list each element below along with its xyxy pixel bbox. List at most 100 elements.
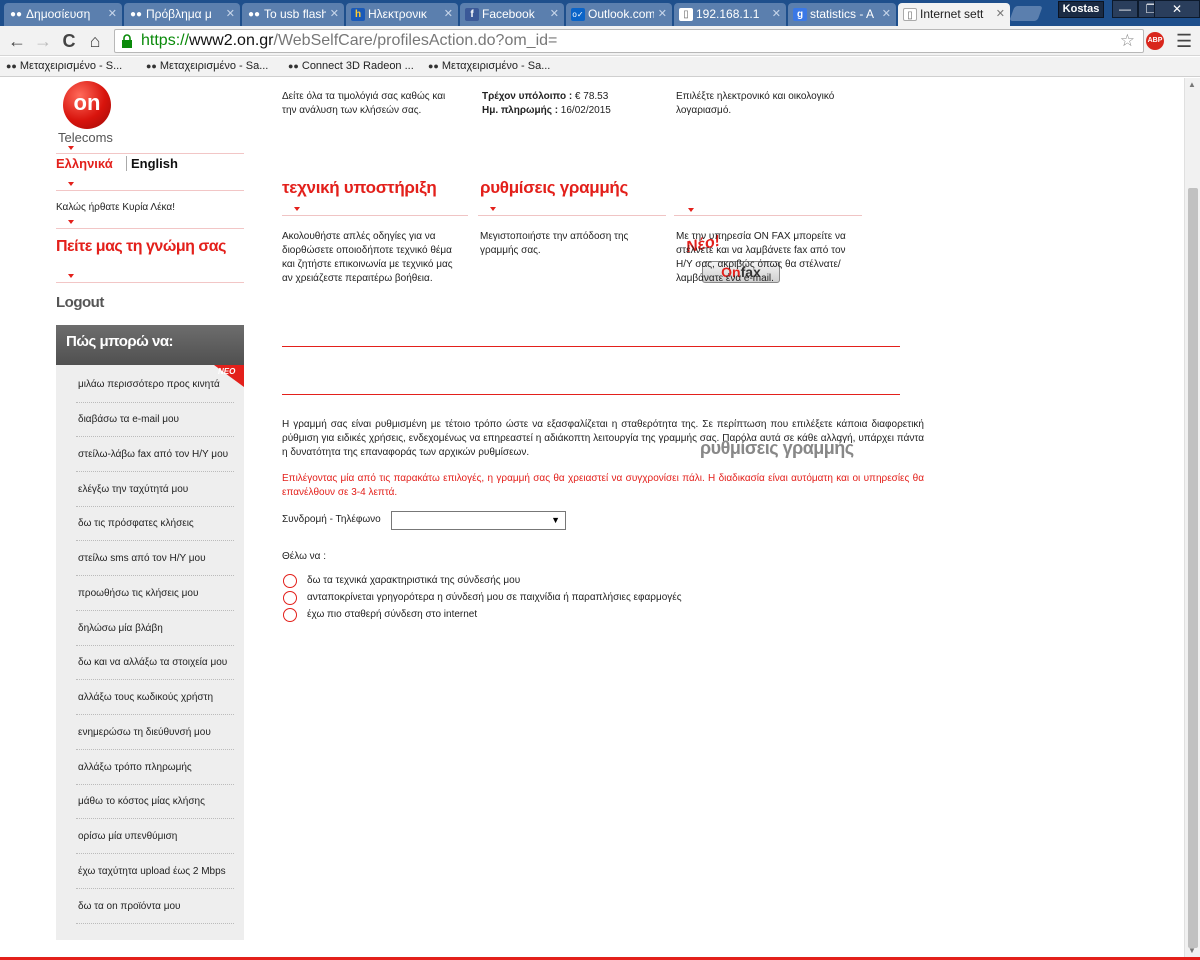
- back-icon[interactable]: ←: [6, 30, 28, 52]
- page-icon: ▯: [903, 8, 917, 21]
- page-icon: ▯: [679, 8, 693, 21]
- tech-support-link[interactable]: τεχνική υποστήριξη: [282, 178, 437, 198]
- option-label: έχω πιο σταθερή σύνδεση στο internet: [307, 609, 478, 620]
- profile-button[interactable]: Kostas: [1058, 1, 1104, 18]
- balance-label: Τρέχον υπόλοιπο :: [482, 91, 573, 102]
- tab-label: 192.168.1.1: [696, 7, 760, 21]
- line-settings-description: Μεγιστοποιήστε την απόδοση της γραμμής σ…: [480, 231, 629, 256]
- scroll-down-icon[interactable]: ▼: [1188, 946, 1196, 955]
- line-settings-warning: Επιλέγοντας μία από τις παρακάτω επιλογέ…: [282, 473, 924, 498]
- divider: [282, 346, 900, 347]
- outlook-icon: o✓: [571, 8, 585, 21]
- browser-toolbar: ← → C ⌂ https://www2.on.gr/WebSelfCare/p…: [0, 26, 1200, 56]
- google-icon: g: [793, 8, 807, 21]
- browser-tab[interactable]: ▯ 192.168.1.1 ✕: [674, 3, 786, 26]
- close-window-button[interactable]: ✕: [1154, 0, 1200, 18]
- bills-text: Δείτε όλα τα τιμολόγιά σας καθώς και την…: [282, 91, 446, 116]
- bookmark-star-icon[interactable]: ☆: [1120, 30, 1135, 52]
- sa-icon: ●●: [6, 61, 17, 71]
- tech-support-description: Ακολουθήστε απλές οδηγίες για να διορθώσ…: [282, 231, 453, 284]
- tab-label: Outlook.com: [588, 7, 654, 21]
- subscription-label: Συνδρομή - Τηλέφωνο: [282, 514, 381, 525]
- balance-value: € 78.53: [572, 91, 609, 102]
- want-label: Θέλω να :: [282, 551, 327, 562]
- divider: [478, 215, 666, 216]
- h-icon: h: [351, 8, 365, 21]
- sa-icon: ●●: [247, 9, 261, 20]
- tab-close-icon[interactable]: ✕: [882, 7, 891, 20]
- balance-info: Τρέχον υπόλοιπο : € 78.53 Ημ. πληρωμής :…: [482, 90, 611, 118]
- address-bar[interactable]: https://www2.on.gr/WebSelfCare/profilesA…: [114, 29, 1144, 53]
- tab-label: statistics - A: [810, 7, 875, 21]
- tab-label: Facebook: [482, 7, 535, 21]
- facebook-icon: f: [465, 8, 479, 21]
- main-content: Δείτε όλα τα τιμολόγιά σας καθώς και την…: [0, 78, 1184, 960]
- tab-close-icon[interactable]: ✕: [108, 7, 117, 20]
- line-settings-intro: Η γραμμή σας είναι ρυθμισμένη με τέτοιο …: [282, 419, 924, 458]
- tab-label: Ηλεκτρονικ: [368, 7, 427, 21]
- tab-close-icon[interactable]: ✕: [772, 7, 781, 20]
- browser-tab[interactable]: f Facebook ✕: [460, 3, 564, 26]
- url-host: www2.on.gr: [189, 32, 274, 49]
- scroll-up-icon[interactable]: ▲: [1188, 80, 1196, 89]
- scrollbar-thumb[interactable]: [1188, 188, 1198, 948]
- sa-icon: ●●: [146, 61, 157, 71]
- subscription-select[interactable]: ▼: [391, 511, 566, 530]
- bookmark-item[interactable]: ●● Μεταχειρισμένο - S...: [6, 60, 122, 72]
- caret-icon: [688, 208, 694, 212]
- line-settings-link[interactable]: ρυθμίσεις γραμμής: [480, 178, 628, 198]
- due-date-value: 16/02/2015: [558, 105, 611, 116]
- new-tab-button[interactable]: [1009, 6, 1043, 21]
- browser-tab-active[interactable]: ▯ Internet sett ✕: [898, 3, 1010, 26]
- browser-tab[interactable]: g statistics - A ✕: [788, 3, 896, 26]
- bookmark-item[interactable]: ●● Μεταχειρισμένο - Sa...: [146, 60, 268, 72]
- caret-icon: [294, 207, 300, 211]
- sa-icon: ●●: [9, 9, 23, 20]
- tab-close-icon[interactable]: ✕: [996, 7, 1005, 20]
- tab-close-icon[interactable]: ✕: [330, 7, 339, 20]
- tab-close-icon[interactable]: ✕: [658, 7, 667, 20]
- bookmarks-bar: ●● Μεταχειρισμένο - S... ●● Μεταχειρισμένο…: [0, 57, 1200, 77]
- divider: [674, 215, 862, 216]
- bookmark-item[interactable]: ●● Connect 3D Radeon ...: [288, 60, 414, 72]
- browser-tab[interactable]: o✓ Outlook.com ✕: [566, 3, 672, 26]
- divider: [282, 394, 900, 395]
- option-radio-tech-specs[interactable]: [283, 574, 297, 588]
- tab-label: Δημοσίευση: [26, 7, 91, 21]
- e-account-text: Επιλέξτε ηλεκτρονικό και οικολογικό λογα…: [676, 91, 835, 116]
- home-icon[interactable]: ⌂: [84, 30, 106, 52]
- browser-titlebar: ●● Δημοσίευση ✕ ●● Πρόβλημα μ ✕ ●● To us…: [0, 0, 1200, 26]
- page-scrollbar[interactable]: ▲ ▼: [1184, 78, 1200, 960]
- tab-label: Internet sett: [920, 7, 984, 21]
- browser-menu-icon[interactable]: ☰: [1176, 31, 1192, 52]
- option-label: δω τα τεχνικά χαρακτηριστικά της σύνδεσή…: [307, 575, 521, 586]
- lock-icon: [122, 34, 132, 48]
- sa-icon: ●●: [288, 61, 299, 71]
- due-date-label: Ημ. πληρωμής :: [482, 105, 559, 116]
- browser-tab[interactable]: h Ηλεκτρονικ ✕: [346, 3, 458, 26]
- divider: [282, 215, 468, 216]
- option-label: ανταποκρίνεται γρηγορότερα η σύνδεσή μου…: [307, 592, 682, 603]
- tab-close-icon[interactable]: ✕: [444, 7, 453, 20]
- tab-close-icon[interactable]: ✕: [226, 7, 235, 20]
- bookmark-item[interactable]: ●● Μεταχειρισμένο - Sa...: [428, 60, 550, 72]
- browser-tab[interactable]: ●● Πρόβλημα μ ✕: [124, 3, 240, 26]
- url-scheme: https://: [141, 32, 190, 49]
- dropdown-arrow-icon: ▼: [551, 515, 560, 525]
- option-radio-stable[interactable]: [283, 608, 297, 622]
- browser-tab[interactable]: ●● Δημοσίευση ✕: [4, 3, 122, 26]
- option-radio-gaming[interactable]: [283, 591, 297, 605]
- onfax-description: Με την υπηρεσία ON FAX μπορείτε να στέλν…: [676, 231, 846, 284]
- reload-icon[interactable]: C: [58, 30, 80, 52]
- sa-icon: ●●: [129, 9, 143, 20]
- forward-icon[interactable]: →: [32, 30, 54, 52]
- url-path: /WebSelfCare/profilesAction.do?om_id=: [273, 32, 558, 49]
- sa-icon: ●●: [428, 61, 439, 71]
- browser-tab[interactable]: ●● To usb flash ✕: [242, 3, 344, 26]
- tab-close-icon[interactable]: ✕: [550, 7, 559, 20]
- tab-label: Πρόβλημα μ: [146, 7, 212, 21]
- adblock-icon[interactable]: ABP: [1146, 32, 1164, 50]
- minimize-button[interactable]: —: [1112, 0, 1138, 18]
- tab-label: To usb flash: [264, 7, 326, 21]
- caret-icon: [490, 207, 496, 211]
